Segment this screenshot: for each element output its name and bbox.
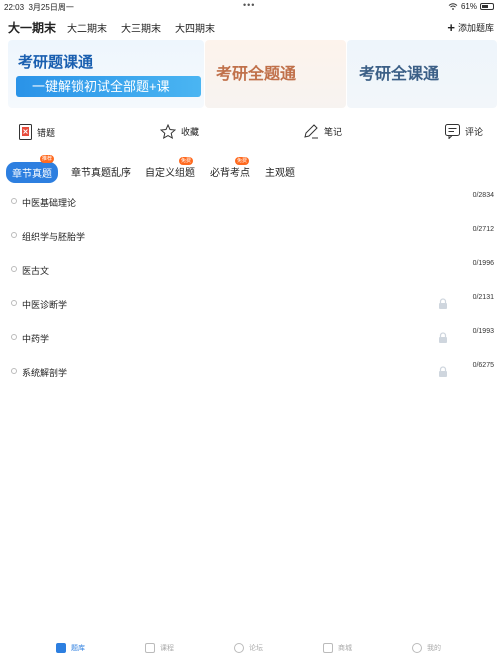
tab-freshman-final[interactable]: 大一期末 [8,19,56,36]
status-right: 61% [448,2,494,11]
chapter-name: 中医基础理论 [22,198,77,208]
lock-icon [439,298,447,309]
nav-forum-label: 论坛 [249,645,263,652]
banner-2-title: 考研全题通 [216,66,297,83]
recommend-badge: 推荐 [40,155,55,163]
chapter-bullet [11,232,17,238]
chapter-bullet [11,198,17,204]
battery-percent: 61% [460,2,477,11]
chapter-name: 系统解剖学 [22,368,68,378]
add-question-bank-label: 添加题库 [457,23,494,33]
chapter-progress: 0/2712 [472,226,494,233]
list-item[interactable]: 系统解剖学 0/6275 [0,358,500,386]
chapter-name: 中医诊断学 [22,300,68,310]
battery-icon [480,3,494,10]
question-bank-icon [56,643,66,653]
comment-icon [445,124,460,139]
chapter-bullet [11,300,17,306]
tab-custom-quiz[interactable]: 自定义组题 免费 [145,157,195,179]
tab-senior-final[interactable]: 大四期末 [175,20,215,35]
banner-all-courses[interactable]: 考研全课通 [347,40,497,108]
chapter-bullet [11,368,17,374]
banner-exam-question-course[interactable]: 考研题课通 一键解锁初试全部题+课 [8,40,204,108]
plus-icon: + [447,20,455,35]
nav-courses-label: 课程 [160,645,174,652]
action-bar: 错题 收藏 笔记 评论 [0,124,500,148]
unlock-all-button[interactable]: 一键解锁初试全部题+课 [16,76,201,97]
list-item[interactable]: 中药学 0/1993 [0,324,500,352]
favorites-button[interactable]: 收藏 [160,124,199,139]
banner-all-questions[interactable]: 考研全题通 [205,40,346,108]
comments-button[interactable]: 评论 [445,124,483,139]
grade-tabs: 大一期末 大二期末 大三期末 大四期末 + 添加题库 [0,16,500,38]
wrong-questions-label: 错题 [37,127,56,138]
nav-mall[interactable]: 商城 [323,643,352,653]
notes-button[interactable]: 笔记 [303,124,342,139]
chapter-bullet [11,334,17,340]
chapter-progress: 0/2834 [472,192,494,199]
bottom-nav: 题库 课程 论坛 商城 我的 [0,640,500,653]
nav-forum[interactable]: 论坛 [234,643,263,653]
lock-icon [439,366,447,377]
list-item[interactable]: 医古文 0/1996 [0,256,500,284]
chapter-progress: 0/6275 [472,362,494,369]
course-icon [145,643,155,653]
mall-icon [323,643,333,653]
list-item[interactable]: 中医诊断学 0/2131 [0,290,500,318]
nav-mall-label: 商城 [338,645,352,652]
free-badge: 免费 [179,157,194,165]
chapter-progress: 0/1993 [472,328,494,335]
list-item[interactable]: 组织学与胚胎学 0/2712 [0,222,500,250]
chapter-progress: 0/2131 [472,294,494,301]
tab-custom-quiz-label: 自定义组题 [145,168,195,179]
wifi-icon [448,3,458,10]
banner-3-title: 考研全课通 [359,66,440,83]
notes-label: 笔记 [324,127,343,137]
forum-icon [234,643,244,653]
battery-fill [482,5,489,8]
nav-profile-label: 我的 [427,645,441,652]
tab-chapter-questions-shuffled[interactable]: 章节真题乱序 [71,164,131,179]
nav-question-bank-label: 题库 [71,645,85,652]
free-badge: 免费 [235,157,250,165]
tab-chapter-questions[interactable]: 章节真题 推荐 [6,155,58,183]
wrong-book-icon [19,124,32,140]
add-question-bank-button[interactable]: + 添加题库 [447,21,494,34]
pencil-icon [304,124,318,139]
tab-key-points[interactable]: 必背考点 免费 [210,157,250,179]
tab-sophomore-final[interactable]: 大二期末 [67,20,107,35]
chapter-name: 中药学 [22,334,50,344]
chapter-bullet [11,266,17,272]
tab-key-points-label: 必背考点 [210,168,250,179]
wrong-questions-button[interactable]: 错题 [19,124,55,140]
chapter-name: 医古文 [22,266,50,276]
lock-icon [439,332,447,343]
chapter-name: 组织学与胚胎学 [22,232,86,242]
status-bar: 22:03 3月25日周一 ••• 61% [0,0,500,14]
tab-junior-final[interactable]: 大三期末 [121,20,161,35]
chapter-progress: 0/1996 [472,260,494,267]
comments-label: 评论 [465,127,484,137]
nav-question-bank[interactable]: 题库 [56,643,85,653]
list-item[interactable]: 中医基础理论 0/2834 [0,188,500,216]
question-mode-tabs: 章节真题 推荐 章节真题乱序 自定义组题 免费 必背考点 免费 主观题 [0,155,500,183]
multitask-dots[interactable]: ••• [243,0,255,10]
star-icon [160,124,176,139]
profile-icon [412,643,422,653]
nav-profile[interactable]: 我的 [412,643,441,653]
promo-banners: 考研题课通 一键解锁初试全部题+课 考研全题通 考研全课通 [0,40,500,110]
tab-subjective[interactable]: 主观题 [265,164,295,179]
nav-courses[interactable]: 课程 [145,643,174,653]
tab-chapter-questions-label: 章节真题 [12,169,52,180]
status-time: 22:03 3月25日周一 [4,3,74,12]
banner-1-title: 考研题课通 [18,54,94,71]
favorites-label: 收藏 [181,127,200,137]
